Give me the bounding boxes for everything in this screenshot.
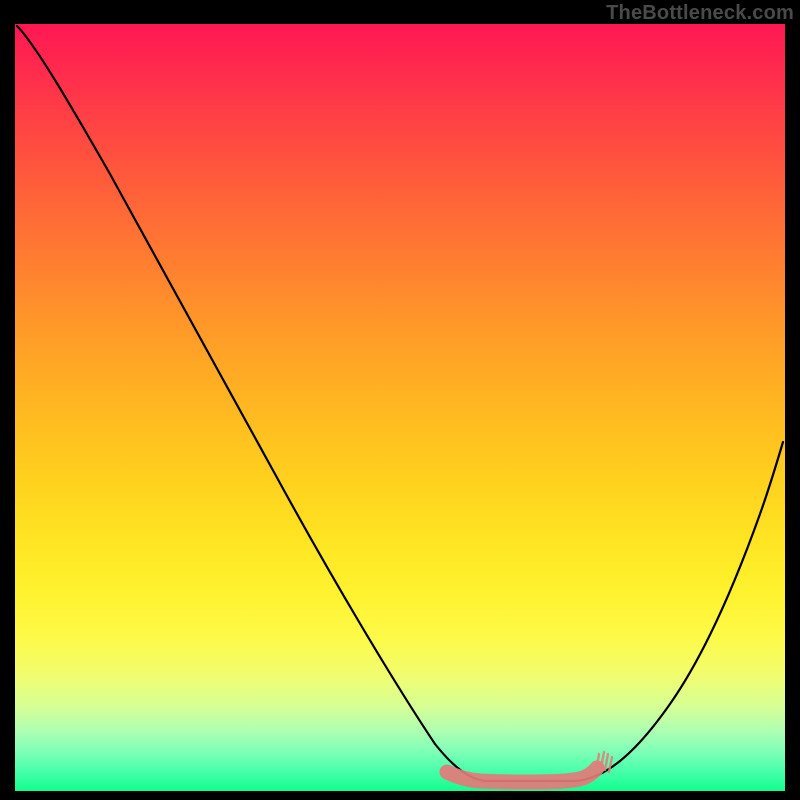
chart-frame: TheBottleneck.com bbox=[0, 0, 800, 800]
chart-svg bbox=[15, 24, 785, 791]
plot-area bbox=[15, 24, 785, 791]
main-curve bbox=[17, 26, 783, 781]
valley-highlight bbox=[447, 768, 597, 782]
watermark-text: TheBottleneck.com bbox=[606, 2, 794, 25]
